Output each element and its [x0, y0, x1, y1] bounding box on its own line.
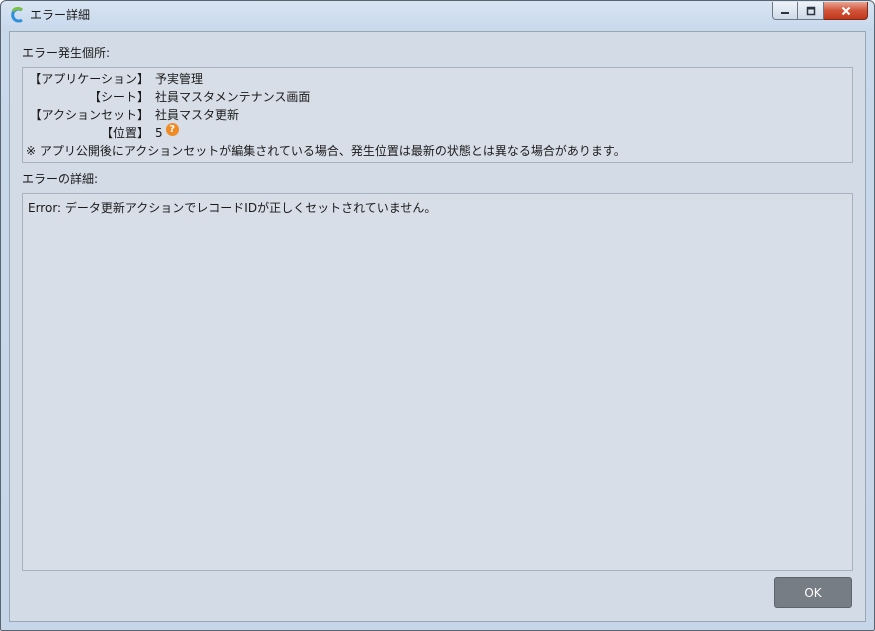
- position-value: 5: [155, 126, 163, 140]
- dialog-content: エラー発生個所: 【アプリケーション】 予実管理 【シート】 社員マスタメンテナ…: [9, 31, 866, 622]
- maximize-button[interactable]: [798, 2, 824, 20]
- detail-heading: エラーの詳細:: [22, 172, 99, 186]
- error-detail-textarea[interactable]: Error: データ更新アクションでレコードIDが正しくセットされていません。: [22, 193, 853, 571]
- location-panel: 【アプリケーション】 予実管理 【シート】 社員マスタメンテナンス画面 【アクシ…: [22, 67, 853, 163]
- caption-buttons: [772, 2, 868, 20]
- window-title: エラー詳細: [30, 8, 91, 22]
- location-value-wrap: 5?: [155, 123, 179, 141]
- app-logo-icon: [11, 7, 24, 23]
- close-icon: [841, 6, 850, 15]
- location-note: ※ アプリ公開後にアクションセットが編集されている場合、発生位置は最新の状態とは…: [26, 144, 626, 158]
- minimize-button[interactable]: [772, 2, 798, 20]
- close-button[interactable]: [824, 2, 868, 20]
- location-key: 【アプリケーション】: [29, 72, 149, 86]
- location-key: 【シート】: [88, 90, 149, 104]
- question-icon[interactable]: ?: [165, 123, 179, 136]
- minimize-icon: [781, 11, 789, 14]
- location-value: 予実管理: [155, 72, 204, 86]
- location-heading: エラー発生個所:: [22, 46, 111, 60]
- error-detail-window: エラー詳細 エラー発生個所: 【アプリケーション】 予実管理 【シート】 社員マ…: [0, 0, 875, 631]
- ok-button[interactable]: OK: [774, 577, 852, 608]
- maximize-icon: [806, 6, 815, 15]
- location-key: 【位置】: [100, 126, 149, 140]
- location-value: 社員マスタ更新: [155, 108, 240, 122]
- location-key: 【アクションセット】: [29, 108, 149, 122]
- location-value: 社員マスタメンテナンス画面: [155, 90, 311, 104]
- title-bar[interactable]: エラー詳細: [1, 1, 874, 29]
